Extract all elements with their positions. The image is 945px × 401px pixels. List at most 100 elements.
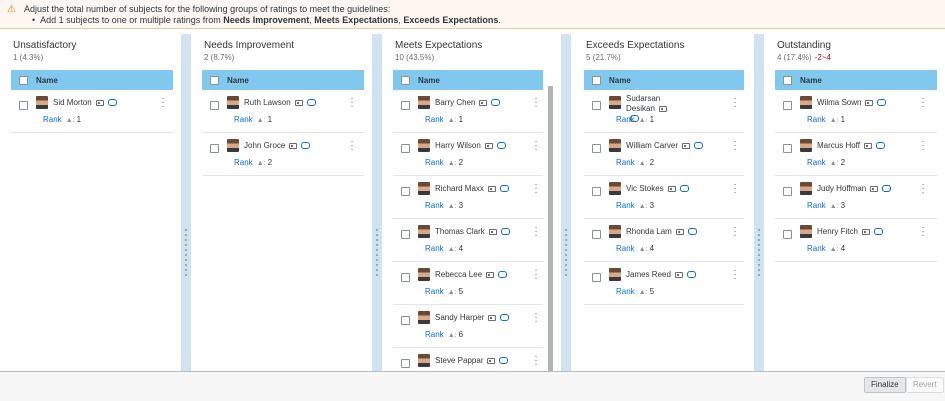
select-all-checkbox[interactable] (401, 75, 410, 85)
profile-card-icon[interactable] (488, 228, 497, 235)
profile-card-icon[interactable] (667, 185, 676, 192)
more-options-icon[interactable]: · · · (921, 180, 925, 198)
comment-icon[interactable] (107, 99, 117, 107)
table-row[interactable]: Richard Maxx · · · Rank ▲: 3 (393, 176, 543, 219)
row-checkbox[interactable] (783, 230, 792, 239)
comment-icon[interactable] (687, 228, 697, 236)
profile-card-icon[interactable] (487, 357, 496, 364)
column-resize-handle[interactable] (754, 34, 764, 401)
row-checkbox[interactable] (401, 230, 410, 239)
rank-field[interactable]: Rank ▲: 3 (616, 201, 654, 210)
more-options-icon[interactable]: · · · (733, 94, 737, 112)
profile-card-icon[interactable] (487, 185, 496, 192)
profile-card-icon[interactable] (865, 99, 874, 106)
row-checkbox[interactable] (401, 359, 410, 368)
revert-button[interactable]: Revert (906, 377, 944, 393)
profile-card-icon[interactable] (675, 228, 684, 235)
comment-icon[interactable] (496, 142, 506, 150)
rank-field[interactable]: Rank ▲: 3 (807, 201, 845, 210)
profile-card-icon[interactable] (289, 142, 298, 149)
more-options-icon[interactable]: · · · (161, 94, 165, 112)
table-row[interactable]: Sudarsan Desikan · · · Rank ▲: 1 (584, 90, 744, 133)
table-row[interactable]: James Reed · · · Rank ▲: 5 (584, 262, 744, 305)
more-options-icon[interactable]: · · · (921, 137, 925, 155)
comment-icon[interactable] (679, 185, 689, 193)
profile-card-icon[interactable] (674, 271, 683, 278)
rank-field[interactable]: Rank ▲: 1 (616, 115, 654, 124)
profile-card-icon[interactable] (658, 105, 667, 112)
rank-field[interactable]: Rank ▲: 4 (807, 244, 845, 253)
rank-field[interactable]: Rank ▲: 5 (425, 287, 463, 296)
table-row[interactable]: Sid Morton · · · Rank ▲: 1 (11, 90, 173, 133)
comment-icon[interactable] (694, 142, 703, 150)
more-options-icon[interactable]: · · · (921, 223, 925, 241)
select-all-checkbox[interactable] (210, 75, 219, 85)
more-options-icon[interactable]: · · · (534, 352, 538, 370)
vertical-scrollbar[interactable] (548, 86, 553, 401)
rank-field[interactable]: Rank ▲: 1 (807, 115, 845, 124)
row-checkbox[interactable] (592, 230, 601, 239)
column-resize-handle[interactable] (561, 34, 571, 401)
rank-field[interactable]: Rank ▲: 2 (425, 158, 463, 167)
row-checkbox[interactable] (19, 101, 28, 110)
row-checkbox[interactable] (401, 316, 410, 325)
table-row[interactable]: Rebecca Lee · · · Rank ▲: 5 (393, 262, 543, 305)
row-checkbox[interactable] (783, 144, 792, 153)
more-options-icon[interactable]: · · · (733, 137, 737, 155)
table-row[interactable]: William Carver · · · Rank ▲: 2 (584, 133, 744, 176)
rank-field[interactable]: Rank ▲: 2 (234, 158, 272, 167)
column-resize-handle[interactable] (372, 34, 382, 401)
more-options-icon[interactable]: · · · (534, 180, 538, 198)
table-row[interactable]: Marcus Hoff · · · Rank ▲: 2 (775, 133, 937, 176)
comment-icon[interactable] (875, 142, 885, 150)
table-row[interactable]: Sandy Harper · · · Rank ▲: 6 (393, 305, 543, 348)
profile-card-icon[interactable] (486, 271, 495, 278)
select-all-checkbox[interactable] (783, 75, 792, 85)
rank-field[interactable]: Rank ▲: 3 (425, 201, 463, 210)
row-checkbox[interactable] (401, 187, 410, 196)
more-options-icon[interactable]: · · · (534, 266, 538, 284)
profile-card-icon[interactable] (95, 99, 104, 106)
rank-field[interactable]: Rank ▲: 2 (616, 158, 654, 167)
table-row[interactable]: Harry Wilson · · · Rank ▲: 2 (393, 133, 543, 176)
row-checkbox[interactable] (401, 273, 410, 282)
profile-card-icon[interactable] (682, 142, 690, 149)
more-options-icon[interactable]: · · · (350, 137, 354, 155)
row-checkbox[interactable] (592, 187, 601, 196)
table-row[interactable]: Judy Hoffman · · · Rank ▲: 3 (775, 176, 937, 219)
comment-icon[interactable] (500, 314, 510, 322)
row-checkbox[interactable] (783, 101, 792, 110)
comment-icon[interactable] (686, 271, 696, 279)
table-row[interactable]: Henry Fitch · · · Rank ▲: 4 (775, 219, 937, 262)
comment-icon[interactable] (499, 185, 509, 193)
profile-card-icon[interactable] (294, 99, 303, 106)
select-all-checkbox[interactable] (19, 75, 28, 85)
comment-icon[interactable] (877, 99, 887, 107)
more-options-icon[interactable]: · · · (733, 180, 737, 198)
rank-field[interactable]: Rank ▲: 4 (616, 244, 654, 253)
table-row[interactable]: John Groce · · · Rank ▲: 2 (202, 133, 364, 176)
comment-icon[interactable] (498, 271, 508, 279)
comment-icon[interactable] (500, 228, 510, 236)
row-checkbox[interactable] (401, 144, 410, 153)
more-options-icon[interactable]: · · · (733, 266, 737, 284)
rank-field[interactable]: Rank ▲: 4 (425, 244, 463, 253)
profile-card-icon[interactable] (870, 185, 879, 192)
column-resize-handle[interactable] (181, 34, 191, 401)
row-checkbox[interactable] (210, 101, 219, 110)
more-options-icon[interactable]: · · · (733, 223, 737, 241)
profile-card-icon[interactable] (488, 314, 497, 321)
table-row[interactable]: Rhonda Lam · · · Rank ▲: 4 (584, 219, 744, 262)
profile-card-icon[interactable] (484, 142, 493, 149)
rank-field[interactable]: Rank ▲: 6 (425, 330, 463, 339)
row-checkbox[interactable] (401, 101, 410, 110)
table-row[interactable]: Vic Stokes · · · Rank ▲: 3 (584, 176, 744, 219)
more-options-icon[interactable]: · · · (534, 137, 538, 155)
row-checkbox[interactable] (592, 273, 601, 282)
profile-card-icon[interactable] (863, 142, 872, 149)
table-row[interactable]: Ruth Lawson · · · Rank ▲: 1 (202, 90, 364, 133)
table-row[interactable]: Wilma Sown · · · Rank ▲: 1 (775, 90, 937, 133)
finalize-button[interactable]: Finalize (864, 377, 906, 393)
table-row[interactable]: Thomas Clark · · · Rank ▲: 4 (393, 219, 543, 262)
more-options-icon[interactable]: · · · (921, 94, 925, 112)
